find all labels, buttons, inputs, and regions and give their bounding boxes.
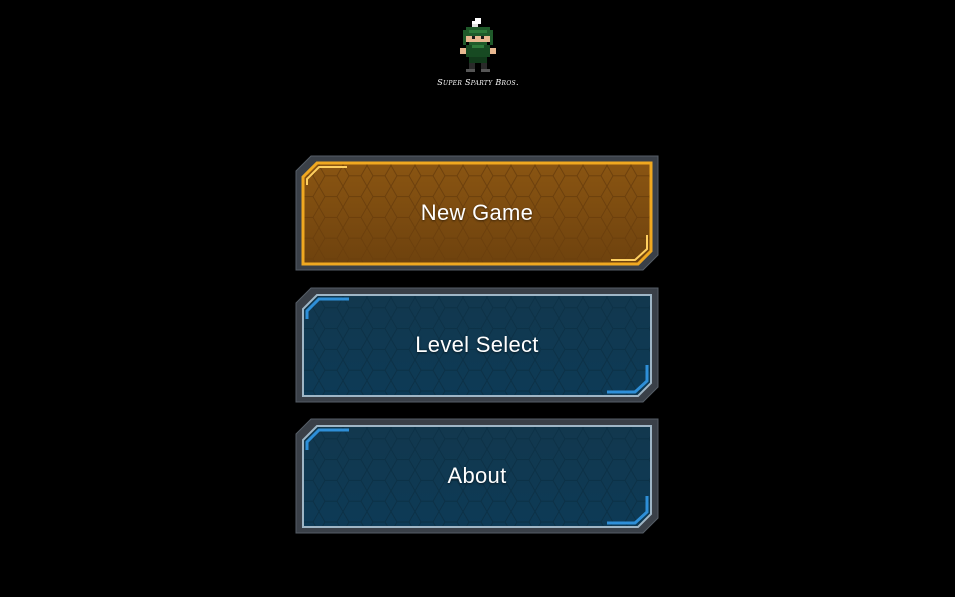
new-game-button[interactable]: New Game bbox=[295, 155, 659, 271]
button-frame-blue bbox=[295, 287, 659, 403]
button-frame-blue bbox=[295, 418, 659, 534]
game-title: Super Sparty Bros. bbox=[437, 78, 519, 87]
about-button[interactable]: About bbox=[295, 418, 659, 534]
pixel-spartan-character-icon bbox=[460, 18, 496, 72]
level-select-button[interactable]: Level Select bbox=[295, 287, 659, 403]
button-frame-orange bbox=[295, 155, 659, 271]
game-logo: Super Sparty Bros. bbox=[436, 16, 520, 92]
